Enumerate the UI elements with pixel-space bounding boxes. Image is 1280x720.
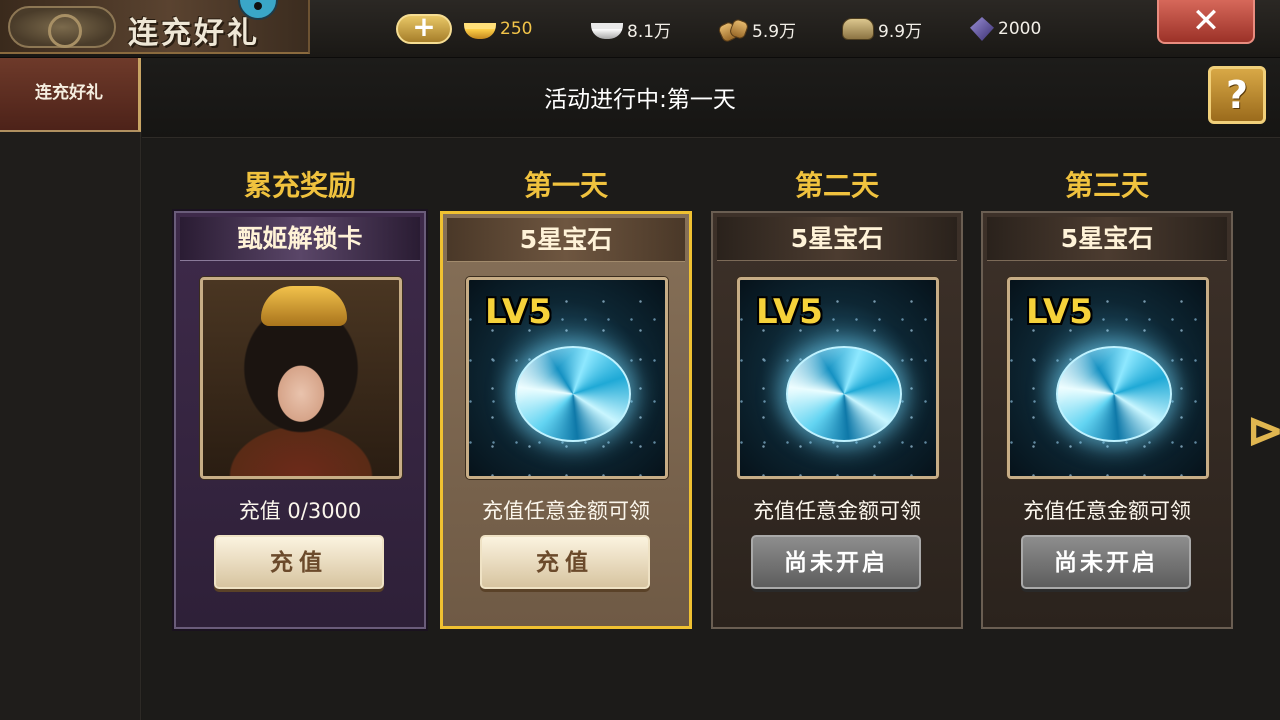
- gem-level-badge: LV5: [1026, 292, 1093, 332]
- not-open-button[interactable]: 尚未开启: [751, 535, 921, 589]
- gem-level-badge: LV5: [485, 292, 552, 332]
- resource-silver: 8.1万: [591, 16, 671, 42]
- silver-value: 8.1万: [627, 21, 672, 42]
- reward-card-day2: 5星宝石 LV5 充值任意金额可领 尚未开启: [711, 211, 963, 629]
- reward-item-frame[interactable]: LV5: [737, 277, 939, 479]
- column-heading-cumulative: 累充奖励: [243, 169, 356, 202]
- gem-stone-icon: [786, 346, 902, 442]
- reward-condition: 充值任意金额可领: [482, 499, 650, 523]
- reward-condition: 充值任意金额可领: [753, 499, 921, 523]
- money-value: 9.9万: [878, 21, 923, 42]
- sidebar: 连充好礼: [0, 58, 141, 720]
- column-heading-day1: 第一天: [523, 169, 608, 202]
- resource-money: 9.9万: [842, 16, 922, 42]
- reward-card-day3: 5星宝石 LV5 充值任意金额可领 尚未开启: [981, 211, 1233, 629]
- gem-icon: LV5: [1010, 280, 1206, 476]
- reward-item-frame[interactable]: LV5: [1007, 277, 1209, 479]
- hero-portrait-icon: [203, 280, 399, 476]
- reward-condition: 充值任意金额可领: [1023, 499, 1191, 523]
- next-page-arrow-icon[interactable]: ⊳: [1246, 402, 1280, 458]
- gold-ingot-icon: [464, 23, 496, 39]
- crown-icon: [261, 286, 347, 326]
- help-button[interactable]: ?: [1208, 66, 1266, 124]
- gem-icon: LV5: [740, 280, 936, 476]
- resource-grain: 5.9万: [716, 16, 796, 42]
- silver-ingot-icon: [591, 23, 623, 39]
- gem-icon: LV5: [469, 280, 665, 476]
- title-plate: 连充好礼: [0, 0, 310, 54]
- reward-item-frame[interactable]: LV5: [466, 277, 668, 479]
- resource-gold: 250: [464, 16, 532, 42]
- reward-item-name: 5星宝石: [447, 218, 685, 262]
- grain-icon: [716, 18, 748, 40]
- recharge-progress: 充值 0/3000: [238, 499, 362, 523]
- reward-item-name: 5星宝石: [987, 217, 1227, 261]
- reward-item-name: 5星宝石: [717, 217, 957, 261]
- not-open-button[interactable]: 尚未开启: [1021, 535, 1191, 589]
- crystal-value: 2000: [998, 19, 1042, 39]
- ornament-emblem-icon: [8, 6, 116, 48]
- recharge-button[interactable]: 充值: [214, 535, 384, 589]
- recharge-button[interactable]: 充值: [480, 535, 650, 589]
- gem-stone-icon: [515, 346, 631, 442]
- reward-card-day1: 5星宝石 LV5 充值任意金额可领 充值: [440, 211, 692, 629]
- crystal-icon: [970, 17, 994, 41]
- resource-crystal: 2000: [966, 16, 1041, 42]
- close-button[interactable]: ✕: [1157, 0, 1255, 44]
- column-heading-day3: 第三天: [1064, 169, 1149, 202]
- gem-stone-icon: [1056, 346, 1172, 442]
- window-title: 连充好礼: [128, 16, 260, 51]
- reward-item-name: 甄姬解锁卡: [180, 217, 420, 261]
- add-currency-button[interactable]: +: [396, 13, 452, 44]
- event-status: 活动进行中:第一天: [544, 87, 736, 113]
- money-bag-icon: [842, 18, 874, 40]
- top-bar: 连充好礼 + 250 8.1万 5.9万 9.9万 2000 ✕: [0, 0, 1280, 58]
- reward-card-cumulative: 甄姬解锁卡 充值 0/3000 充值: [172, 209, 428, 631]
- gem-level-badge: LV5: [756, 292, 823, 332]
- reward-item-frame[interactable]: [200, 277, 402, 479]
- grain-value: 5.9万: [752, 21, 797, 42]
- column-heading-day2: 第二天: [794, 169, 879, 202]
- gold-value: 250: [500, 19, 533, 39]
